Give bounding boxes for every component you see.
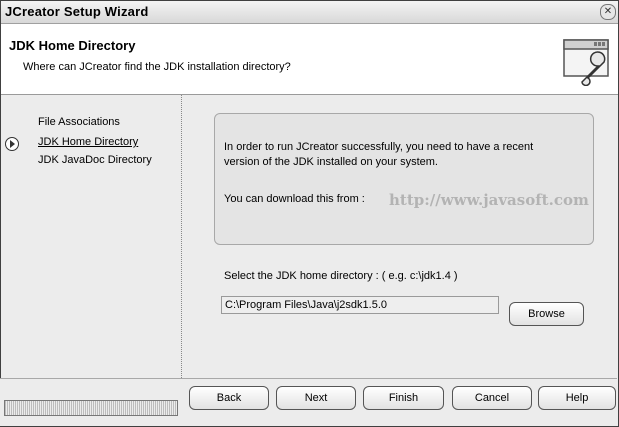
current-step-arrow-icon: [5, 137, 19, 151]
next-button[interactable]: Next: [276, 386, 356, 410]
info-panel: [214, 113, 594, 245]
back-button[interactable]: Back: [189, 386, 269, 410]
jdk-directory-label: Select the JDK home directory : ( e.g. c…: [224, 270, 458, 282]
cancel-button[interactable]: Cancel: [452, 386, 532, 410]
step-jdk-javadoc-directory[interactable]: JDK JavaDoc Directory: [38, 154, 152, 166]
help-button[interactable]: Help: [538, 386, 616, 410]
progress-bar: [4, 400, 178, 416]
download-link[interactable]: http://www.javasoft.com: [389, 191, 589, 209]
step-file-associations[interactable]: File Associations: [38, 116, 120, 128]
browse-button[interactable]: Browse: [509, 302, 584, 326]
step-jdk-home-directory[interactable]: JDK Home Directory: [38, 136, 138, 148]
finish-button[interactable]: Finish: [363, 386, 444, 410]
wizard-header: JDK Home Directory Where can JCreator fi…: [1, 24, 618, 95]
setup-tools-icon: [563, 39, 609, 86]
window-title: JCreator Setup Wizard: [5, 4, 149, 19]
page-title: JDK Home Directory: [9, 38, 136, 53]
info-text-line-2: version of the JDK installed on your sys…: [224, 156, 438, 168]
download-label: You can download this from :: [224, 193, 365, 205]
title-bar[interactable]: JCreator Setup Wizard ✕: [1, 1, 618, 24]
close-icon[interactable]: ✕: [600, 4, 616, 20]
page-subtitle: Where can JCreator find the JDK installa…: [23, 61, 291, 73]
info-text-line-1: In order to run JCreator successfully, y…: [224, 141, 534, 153]
jdk-path-input[interactable]: C:\Program Files\Java\j2sdk1.5.0: [221, 296, 499, 314]
